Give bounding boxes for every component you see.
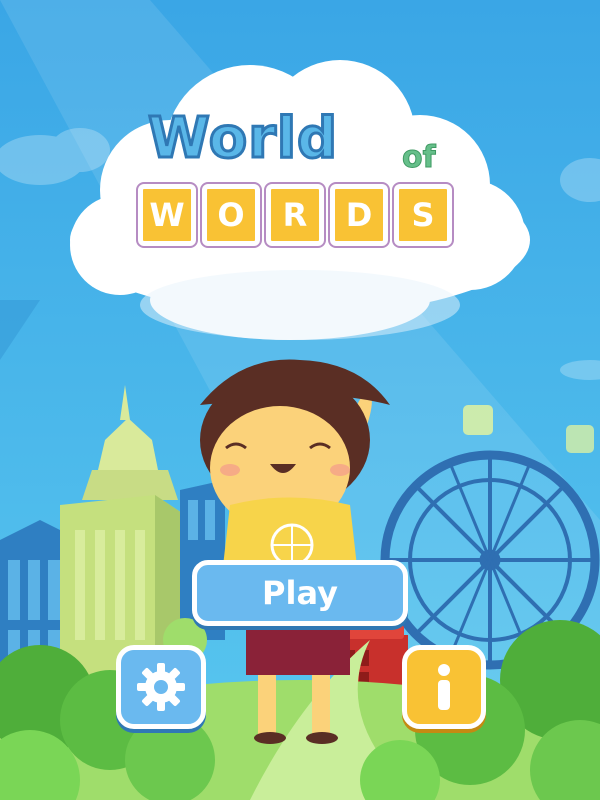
gear-icon: [137, 663, 185, 711]
letter-tile: D: [330, 184, 388, 246]
letter-tile: S: [394, 184, 452, 246]
info-button[interactable]: [402, 645, 486, 729]
info-icon: [438, 664, 450, 710]
title-of: of: [402, 140, 437, 176]
play-button[interactable]: Play: [192, 560, 408, 626]
letter-tile: O: [202, 184, 260, 246]
title-world: World: [147, 105, 339, 173]
cloud-shadow: [140, 270, 460, 340]
settings-button[interactable]: [116, 645, 206, 729]
letter-tile: R: [266, 184, 324, 246]
title-word-tiles: W O R D S: [138, 184, 468, 256]
letter-tile: W: [138, 184, 196, 246]
play-button-label: Play: [262, 574, 338, 612]
